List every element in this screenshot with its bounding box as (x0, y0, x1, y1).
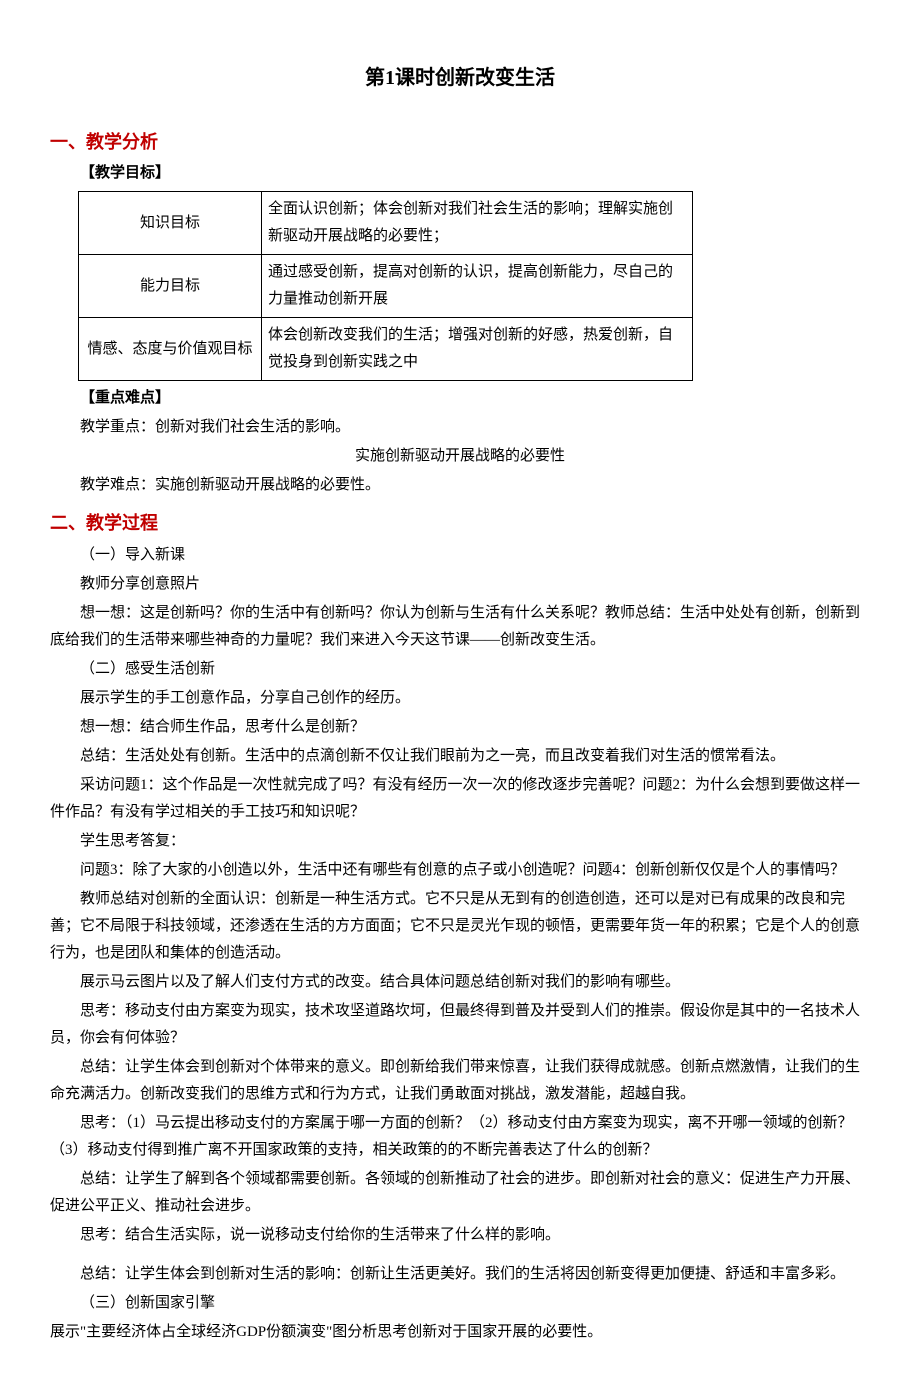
para-teacher-summary: 教师总结对创新的全面认识：创新是一种生活方式。它不只是从无到有的创造创造，还可以… (50, 886, 870, 967)
para-think-questions: 思考：（1）马云提出移动支付的方案属于哪一方面的创新？（2）移动支付由方案变为现… (50, 1110, 870, 1164)
section2-heading: 二、教学过程 (50, 507, 870, 539)
para-summary-fields: 总结：让学生了解到各个领域都需要创新。各领域的创新推动了社会的进步。即创新对社会… (50, 1166, 870, 1220)
objectives-label: 【教学目标】 (50, 160, 870, 187)
cell-ability-label: 能力目标 (79, 255, 262, 318)
cell-emotion-label: 情感、态度与价值观目标 (79, 318, 262, 381)
para-student-answer: 学生思考答复： (50, 828, 870, 855)
cell-ability-content: 通过感受创新，提高对创新的认识，提高创新能力，尽自己的力量推动创新开展 (262, 255, 693, 318)
objectives-table: 知识目标 全面认识创新；体会创新对我们社会生活的影响；理解实施创新驱动开展战略的… (78, 191, 693, 381)
para-gdp: 展示"主要经济体占全球经济GDP份额演变"图分析思考创新对于国家开展的必要性。 (50, 1319, 870, 1346)
cell-emotion-content: 体会创新改变我们的生活；增强对创新的好感，热爱创新，自觉投身到创新实践之中 (262, 318, 693, 381)
para-question-34: 问题3：除了大家的小创造以外，生活中还有哪些有创意的点子或小创造呢？问题4：创新… (50, 857, 870, 884)
para-think-life: 思考：结合生活实际，说一说移动支付给你的生活带来了什么样的影响。 (50, 1222, 870, 1249)
para-sub-2: （二）感受生活创新 (50, 656, 870, 683)
spacer (50, 1251, 870, 1259)
table-row: 知识目标 全面认识创新；体会创新对我们社会生活的影响；理解实施创新驱动开展战略的… (79, 192, 693, 255)
table-row: 能力目标 通过感受创新，提高对创新的认识，提高创新能力，尽自己的力量推动创新开展 (79, 255, 693, 318)
para-sub-3: （三）创新国家引擎 (50, 1290, 870, 1317)
keypoint-line: 教学重点：创新对我们社会生活的影响。 (50, 414, 870, 441)
para-think-2: 想一想：结合师生作品，思考什么是创新？ (50, 714, 870, 741)
table-row: 情感、态度与价值观目标 体会创新改变我们的生活；增强对创新的好感，热爱创新，自觉… (79, 318, 693, 381)
keypoints-label: 【重点难点】 (50, 385, 870, 412)
para-summary-individual: 总结：让学生体会到创新对个体带来的意义。即创新给我们带来惊喜，让我们获得成就感。… (50, 1054, 870, 1108)
para-intro-1: （一）导入新课 (50, 542, 870, 569)
para-summary-life: 总结：让学生体会到创新对生活的影响：创新让生活更美好。我们的生活将因创新变得更加… (50, 1261, 870, 1288)
para-mayun: 展示马云图片以及了解人们支付方式的改变。结合具体问题总结创新对我们的影响有哪些。 (50, 969, 870, 996)
para-summary-1: 总结：生活处处有创新。生活中的点滴创新不仅让我们眼前为之一亮，而且改变着我们对生… (50, 743, 870, 770)
para-interview-q: 采访问题1：这个作品是一次性就完成了吗？有没有经历一次一次的修改逐步完善呢？问题… (50, 772, 870, 826)
center-line: 实施创新驱动开展战略的必要性 (50, 443, 870, 470)
cell-knowledge-content: 全面认识创新；体会创新对我们社会生活的影响；理解实施创新驱动开展战略的必要性； (262, 192, 693, 255)
para-show-works: 展示学生的手工创意作品，分享自己创作的经历。 (50, 685, 870, 712)
section1-heading: 一、教学分析 (50, 126, 870, 158)
difficulty-line: 教学难点：实施创新驱动开展战略的必要性。 (50, 472, 870, 499)
para-think-mobile: 思考：移动支付由方案变为现实，技术攻坚道路坎坷，但最终得到普及并受到人们的推崇。… (50, 998, 870, 1052)
page-title: 第1课时创新改变生活 (50, 60, 870, 96)
cell-knowledge-label: 知识目标 (79, 192, 262, 255)
para-think-1: 想一想：这是创新吗？你的生活中有创新吗？你认为创新与生活有什么关系呢？教师总结：… (50, 600, 870, 654)
para-intro-2: 教师分享创意照片 (50, 571, 870, 598)
